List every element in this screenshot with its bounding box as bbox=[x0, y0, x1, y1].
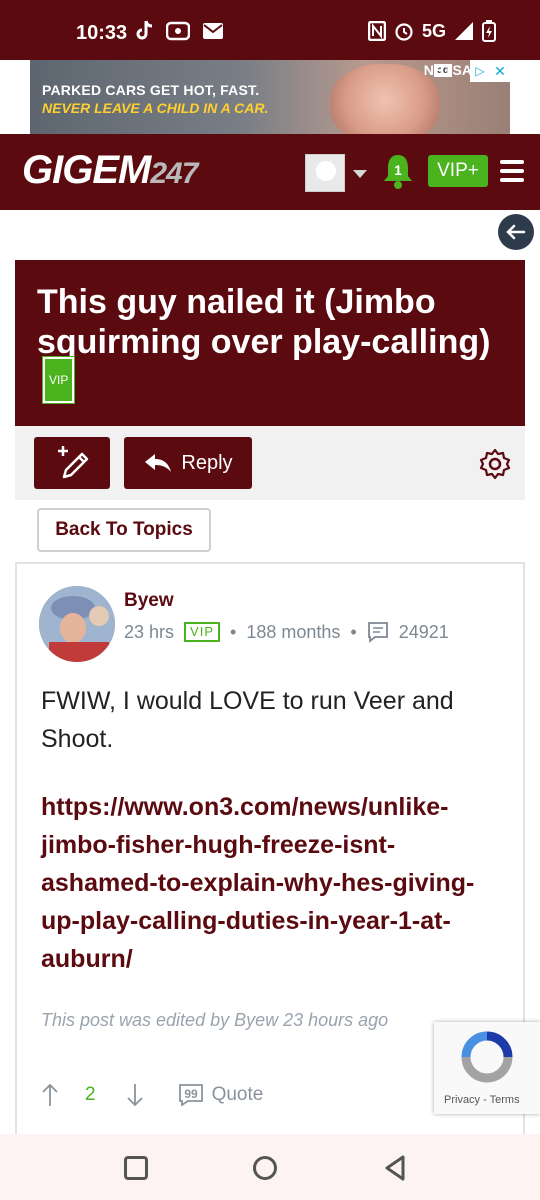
post-footer: 2 99 Quote bbox=[41, 1080, 341, 1110]
ad-close-icon[interactable]: ✕ bbox=[490, 60, 510, 82]
home-icon[interactable] bbox=[253, 1156, 277, 1180]
avatar-photo bbox=[39, 586, 115, 662]
notification-bell-icon[interactable]: 1 bbox=[381, 152, 415, 190]
status-bar: 10:33 5G bbox=[0, 0, 540, 60]
post-time: 23 hrs bbox=[124, 621, 175, 642]
user-avatar-button[interactable] bbox=[305, 154, 345, 192]
chevron-down-icon[interactable] bbox=[353, 170, 367, 178]
site-logo[interactable]: GIGEM247 bbox=[22, 148, 198, 193]
gear-icon[interactable] bbox=[479, 448, 511, 480]
membership-duration: 188 months bbox=[246, 621, 341, 642]
separator-dot: • bbox=[350, 621, 357, 642]
tiktok-icon bbox=[136, 20, 153, 40]
user-vip-badge: VIP bbox=[184, 622, 220, 642]
upvote-arrow-icon[interactable] bbox=[41, 1082, 59, 1108]
thread-title: This guy nailed it (Jimbo squirming over… bbox=[37, 282, 503, 408]
quote-icon: 99 bbox=[178, 1084, 203, 1107]
status-right-icons: 5G bbox=[367, 20, 496, 42]
quote-label: Quote bbox=[211, 1084, 264, 1105]
ad-tagline: NEVER LEAVE A CHILD IN A CAR. bbox=[42, 100, 269, 116]
recaptcha-badge[interactable]: Privacy - Terms bbox=[434, 1022, 540, 1114]
post-username[interactable]: Byew bbox=[124, 590, 174, 612]
ad-headline: PARKED CARS GET HOT, FAST. bbox=[42, 82, 260, 98]
radio-icon bbox=[166, 21, 190, 41]
mail-icon bbox=[203, 23, 223, 39]
back-triangle-icon[interactable] bbox=[383, 1155, 407, 1181]
ad-advertiser: NHTSA bbox=[423, 62, 472, 78]
recent-apps-icon[interactable] bbox=[124, 1156, 148, 1180]
reply-icon bbox=[145, 454, 172, 472]
reply-button[interactable]: Reply bbox=[124, 437, 252, 489]
vip-badge: VIP bbox=[41, 356, 76, 404]
back-to-topics-button[interactable]: Back To Topics bbox=[37, 508, 211, 552]
reply-label: Reply bbox=[181, 451, 233, 474]
logo-text: GIGEM bbox=[22, 148, 151, 192]
quote-button[interactable]: 99 Quote bbox=[178, 1083, 264, 1107]
recaptcha-logo-icon bbox=[461, 1031, 513, 1083]
arrow-left-icon bbox=[506, 224, 526, 240]
post-link[interactable]: https://www.on3.com/news/unlike-jimbo-fi… bbox=[41, 788, 507, 978]
downvote-arrow-icon[interactable] bbox=[126, 1082, 144, 1108]
signal-icon bbox=[455, 22, 473, 40]
post-count: 24921 bbox=[398, 621, 449, 642]
thread-header: This guy nailed it (Jimbo squirming over… bbox=[15, 260, 525, 426]
status-time: 10:33 bbox=[76, 22, 128, 44]
thread-action-bar: Reply bbox=[15, 426, 525, 500]
thread-title-text: This guy nailed it (Jimbo squirming over… bbox=[37, 283, 491, 361]
post-body: FWIW, I would LOVE to run Veer and Shoot… bbox=[41, 687, 454, 753]
status-left-icons bbox=[136, 20, 224, 42]
menu-icon[interactable] bbox=[500, 160, 524, 182]
battery-icon bbox=[482, 20, 496, 42]
edited-note: This post was edited by Byew 23 hours ag… bbox=[41, 1010, 389, 1030]
alarm-icon bbox=[395, 23, 413, 41]
notification-count: 1 bbox=[394, 162, 402, 178]
logo-number: 247 bbox=[150, 157, 198, 190]
back-arrow-button[interactable] bbox=[498, 214, 534, 250]
avatar-placeholder-icon bbox=[316, 161, 336, 181]
new-topic-button[interactable] bbox=[34, 437, 110, 489]
vote-count: 2 bbox=[85, 1084, 96, 1105]
recaptcha-label[interactable]: Privacy - Terms bbox=[444, 1094, 520, 1106]
nfc-icon bbox=[367, 21, 386, 41]
comment-icon bbox=[367, 622, 388, 643]
separator-dot: • bbox=[230, 621, 237, 642]
avatar[interactable] bbox=[39, 586, 115, 662]
pencil-plus-icon bbox=[58, 446, 89, 479]
svg-text:99: 99 bbox=[184, 1087, 198, 1101]
post-meta: 23 hrs VIP • 188 months • 24921 bbox=[124, 621, 449, 643]
vip-plus-button[interactable]: VIP+ bbox=[428, 155, 488, 187]
network-label: 5G bbox=[421, 20, 446, 41]
ad-banner[interactable]: PARKED CARS GET HOT, FAST. NEVER LEAVE A… bbox=[30, 60, 510, 134]
adchoices-icon[interactable]: ▷ bbox=[470, 60, 490, 82]
